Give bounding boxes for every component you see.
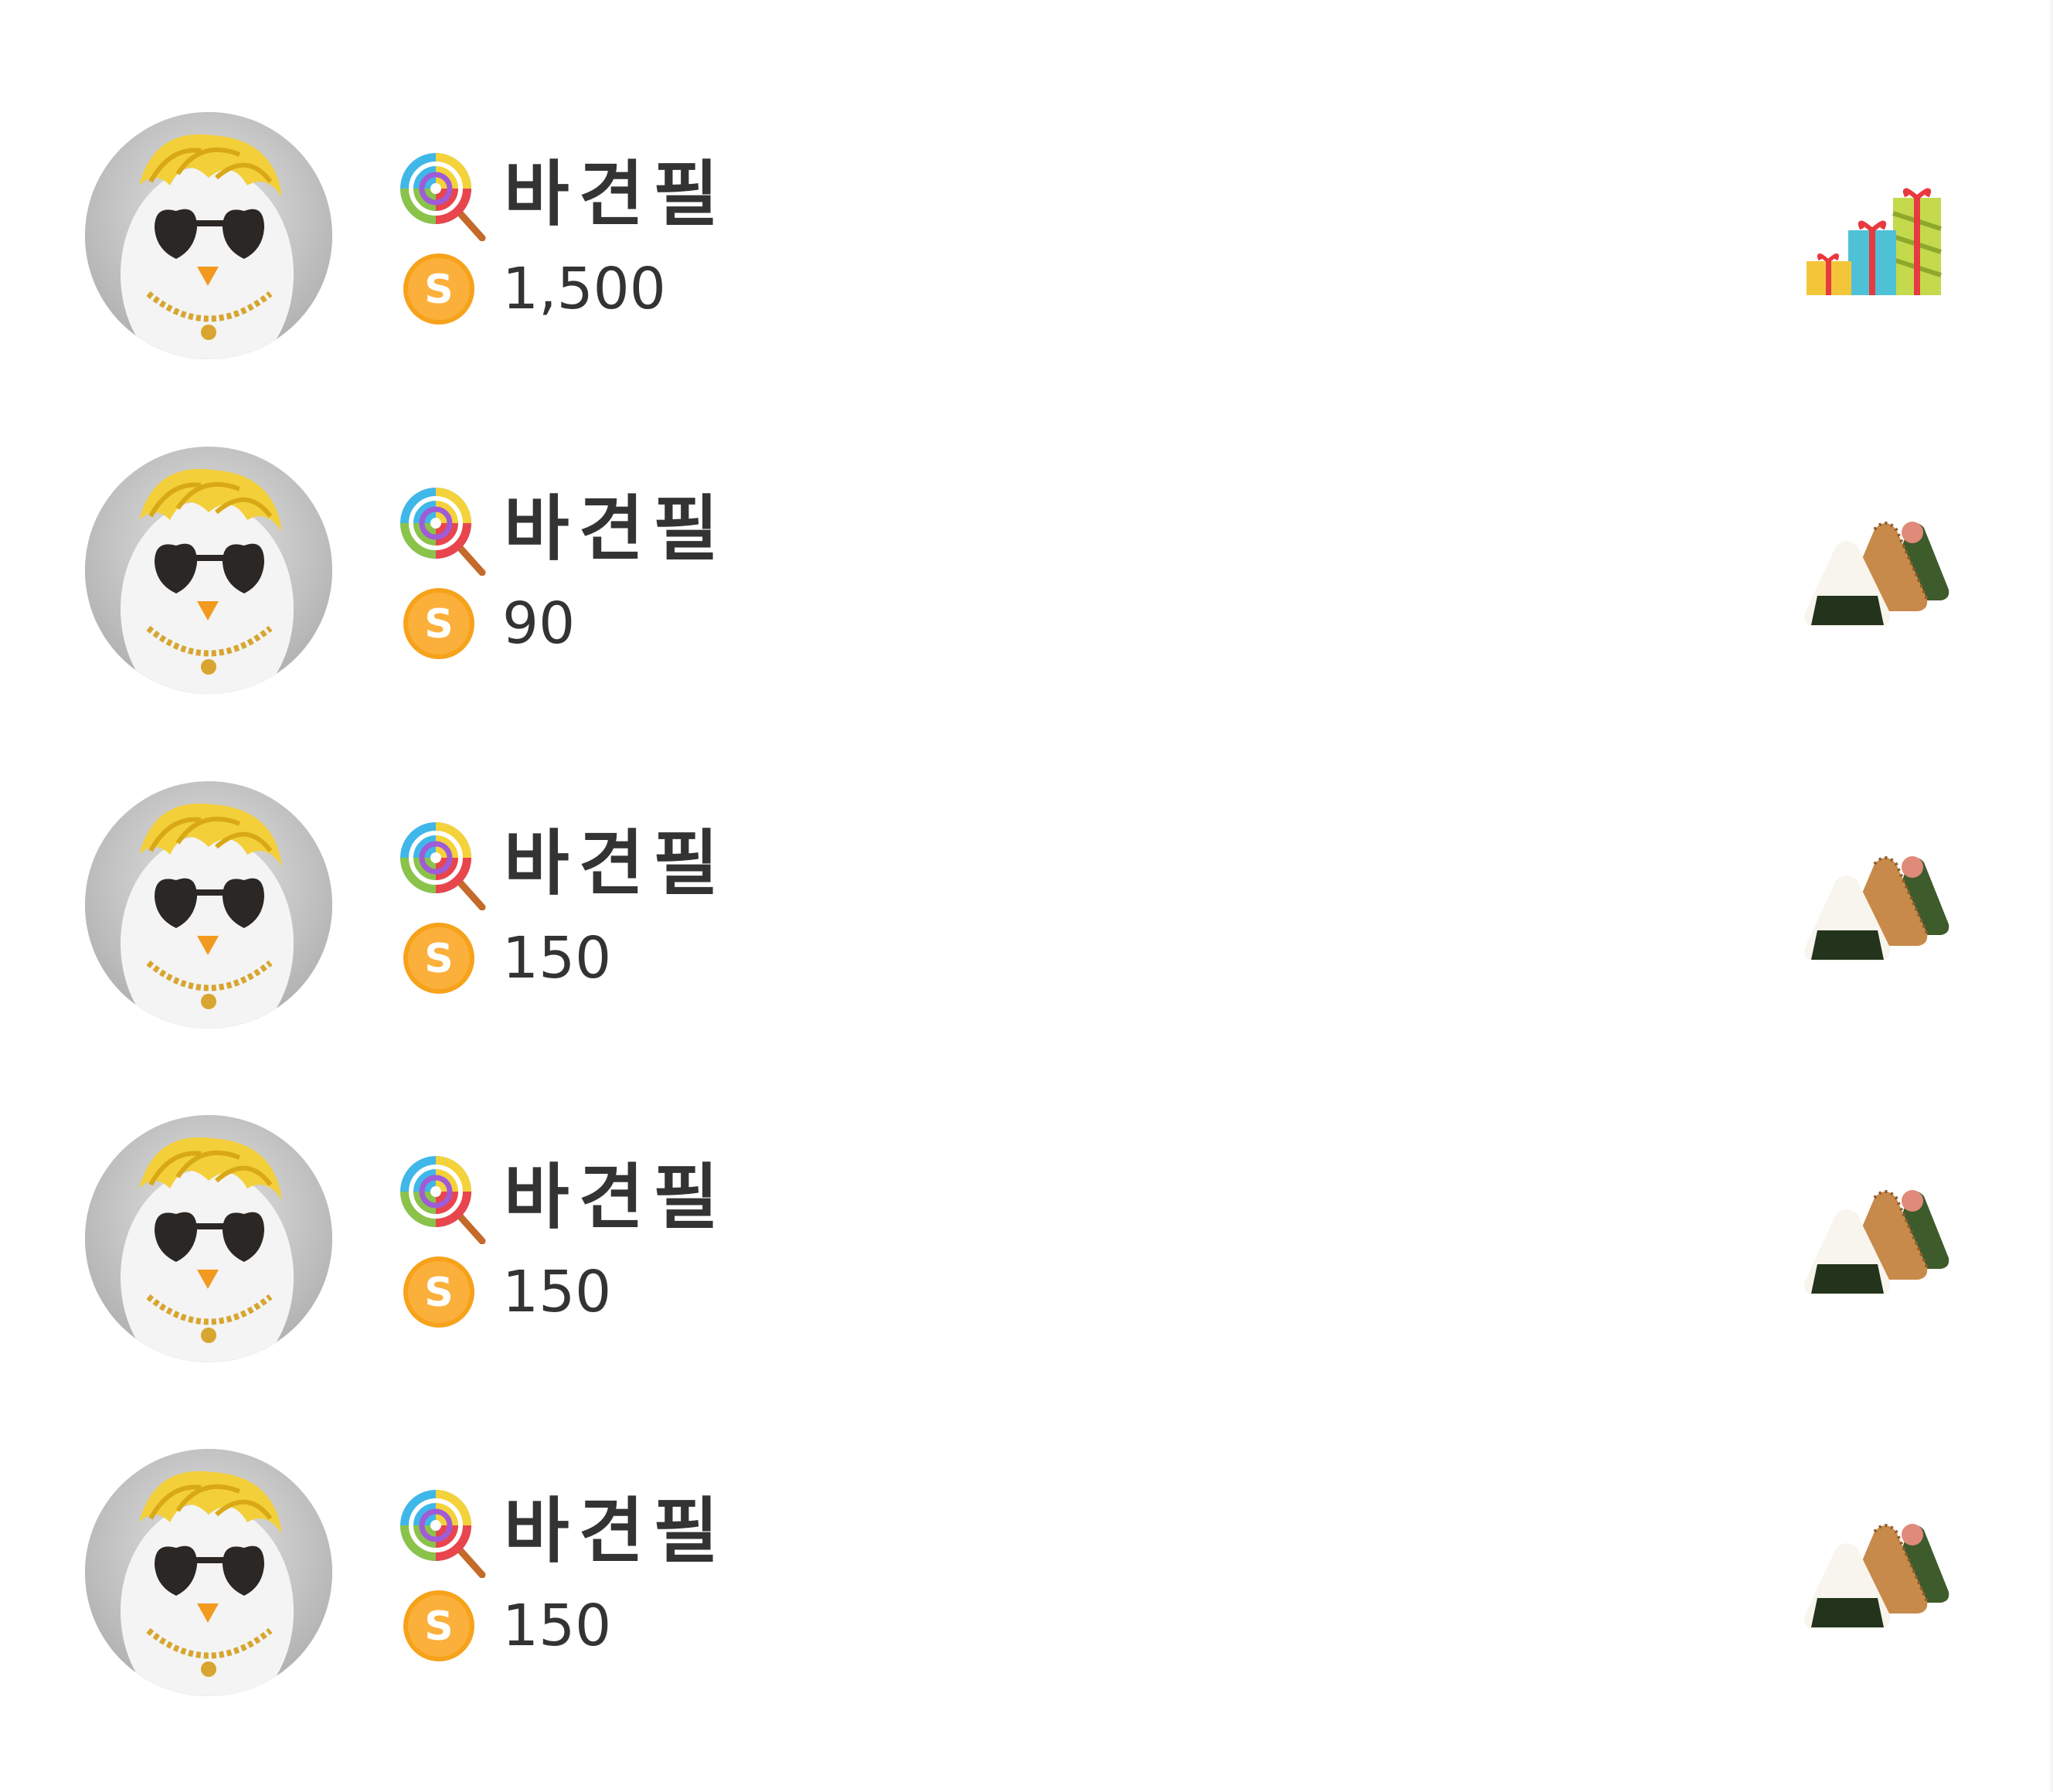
name-line: 바견필: [396, 483, 728, 576]
list-item[interactable]: 바견필 S 150: [0, 1074, 2053, 1408]
list-item[interactable]: 바견필 S 150: [0, 740, 2053, 1074]
lollipop-icon: [400, 1490, 486, 1578]
svg-text:S: S: [424, 936, 453, 982]
name-line: 바견필: [396, 148, 728, 241]
user-name: 바견필: [504, 1156, 728, 1239]
svg-text:S: S: [424, 267, 453, 313]
name-line: 바견필: [396, 1485, 728, 1578]
coin-s-icon: S: [403, 923, 474, 994]
avatar[interactable]: [85, 447, 332, 694]
item-info: 바견필 S 150: [396, 1485, 1091, 1686]
svg-text:S: S: [424, 1603, 453, 1650]
coin-line: S 150: [402, 1587, 611, 1664]
amount: 150: [502, 1259, 612, 1325]
user-name: 바견필: [504, 488, 728, 570]
lollipop-icon: [400, 1156, 486, 1244]
onigiri-icon: [1804, 1190, 1949, 1295]
user-name: 바견필: [504, 822, 728, 905]
item-info: 바견필 S 150: [396, 818, 1091, 1018]
coin-line: S 150: [402, 920, 611, 997]
onigiri-icon: [1804, 522, 1949, 627]
avatar[interactable]: [85, 1115, 332, 1362]
coin-line: S 150: [402, 1253, 611, 1331]
list-item[interactable]: 바견필 S 90: [0, 406, 2053, 740]
coin-s-icon: S: [403, 1256, 474, 1328]
lollipop-icon: [400, 488, 486, 576]
amount: 1,500: [502, 256, 666, 322]
item-info: 바견필 S 150: [396, 1151, 1091, 1352]
item-info: 바견필 S 90: [396, 483, 1091, 684]
coin-s-icon: S: [403, 253, 474, 325]
avatar[interactable]: [85, 112, 332, 359]
list-item[interactable]: 바견필 S 1,500: [0, 71, 2053, 405]
coin-line: S 90: [402, 585, 575, 662]
svg-text:S: S: [424, 1270, 453, 1316]
svg-text:S: S: [424, 601, 453, 648]
item-info: 바견필 S 1,500: [396, 148, 1091, 349]
amount: 90: [502, 590, 576, 657]
gift-history-list: 바견필 S 1,500 바견필 S 90 바견필 S 150 바견필 S 150…: [0, 0, 2053, 1792]
coin-s-icon: S: [403, 588, 474, 659]
onigiri-icon: [1804, 1524, 1949, 1629]
user-name: 바견필: [504, 1490, 728, 1573]
user-name: 바견필: [504, 153, 728, 236]
avatar[interactable]: [85, 781, 332, 1029]
avatar[interactable]: [85, 1449, 332, 1696]
name-line: 바견필: [396, 818, 728, 910]
coin-s-icon: S: [403, 1590, 474, 1661]
onigiri-icon: [1804, 856, 1949, 961]
name-line: 바견필: [396, 1151, 728, 1244]
lollipop-icon: [400, 153, 486, 241]
lollipop-icon: [400, 822, 486, 910]
list-item[interactable]: 바견필 S 150: [0, 1408, 2053, 1742]
coin-line: S 1,500: [402, 250, 666, 328]
amount: 150: [502, 1593, 612, 1659]
amount: 150: [502, 925, 612, 991]
gift-boxes-icon: [1807, 188, 1942, 295]
